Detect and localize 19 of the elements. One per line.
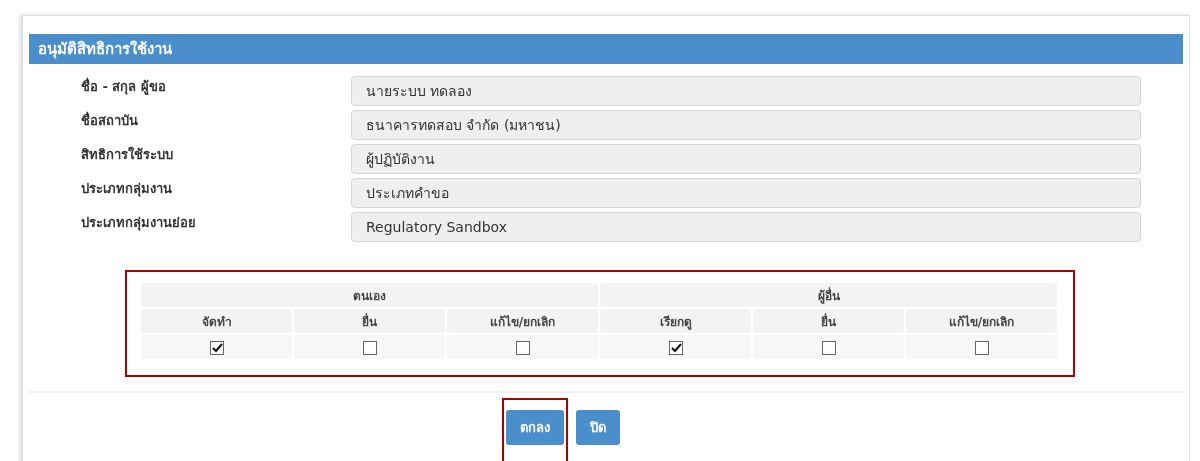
input-field[interactable]: นายระบบ ทดลอง — [351, 76, 1141, 106]
panel-title: อนุมัติสิทธิการใช้งาน — [38, 39, 172, 61]
field-label: ชื่อ - สกุล ผู้ขอ — [81, 76, 167, 97]
column-header: จัดทำ — [141, 309, 292, 333]
field-label: ชื่อสถาบัน — [81, 110, 139, 130]
input-field[interactable]: Regulatory Sandbox — [351, 212, 1141, 242]
group-header: ผู้อื่น — [600, 283, 1057, 307]
input-field[interactable]: ธนาคารทดสอบ จำกัด (มหาชน) — [351, 110, 1141, 140]
field-label: ประเภทกลุ่มงาน — [81, 180, 173, 199]
group-header: ตนเอง — [141, 283, 598, 307]
column-header: เรียกดู — [600, 309, 751, 333]
input-field[interactable]: ผู้ปฏิบัติงาน — [351, 144, 1141, 174]
column-header: ยื่น — [294, 309, 445, 333]
field-label: สิทธิการใช้ระบบ — [81, 145, 174, 164]
field-label: ประเภทกลุ่มงานย่อย — [81, 214, 197, 233]
column-header: แก้ไข/ยกเลิก — [906, 309, 1057, 333]
column-header: ยื่น — [753, 309, 904, 333]
column-header: แก้ไข/ยกเลิก — [447, 309, 598, 333]
input-field[interactable]: ประเภทคำขอ — [351, 178, 1141, 208]
